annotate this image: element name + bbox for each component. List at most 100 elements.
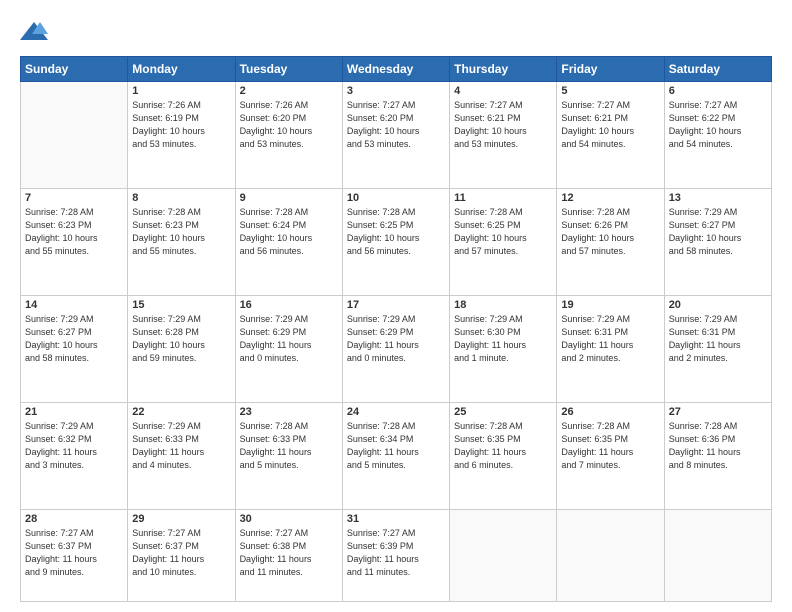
calendar-day-cell: 26Sunrise: 7:28 AMSunset: 6:35 PMDayligh… <box>557 402 664 509</box>
logo-icon <box>20 18 48 46</box>
day-info: Sunrise: 7:28 AMSunset: 6:23 PMDaylight:… <box>132 206 230 258</box>
weekday-header-friday: Friday <box>557 57 664 82</box>
calendar-week-row: 1 Sunrise: 7:26 AMSunset: 6:19 PMDaylight… <box>21 82 772 189</box>
day-number: 21 <box>25 406 123 418</box>
day-info: Sunrise: 7:28 AMSunset: 6:34 PMDaylight:… <box>347 420 445 472</box>
calendar-day-cell <box>664 509 771 601</box>
day-info: Sunrise: 7:28 AMSunset: 6:24 PMDaylight:… <box>240 206 338 258</box>
header <box>20 18 772 46</box>
day-info: Sunrise: 7:26 AMSunset: 6:19 PMDaylight:… <box>132 99 230 151</box>
day-info: Sunrise: 7:29 AMSunset: 6:27 PMDaylight:… <box>25 313 123 365</box>
calendar-day-cell: 12 Sunrise: 7:28 AMSunset: 6:26 PMDayligh… <box>557 188 664 295</box>
day-info: Sunrise: 7:28 AMSunset: 6:35 PMDaylight:… <box>454 420 552 472</box>
day-info: Sunrise: 7:29 AMSunset: 6:28 PMDaylight:… <box>132 313 230 365</box>
weekday-header-monday: Monday <box>128 57 235 82</box>
day-number: 17 <box>347 299 445 311</box>
day-info: Sunrise: 7:27 AMSunset: 6:38 PMDaylight:… <box>240 527 338 579</box>
day-info: Sunrise: 7:28 AMSunset: 6:25 PMDaylight:… <box>454 206 552 258</box>
weekday-header-sunday: Sunday <box>21 57 128 82</box>
calendar-day-cell: 5Sunrise: 7:27 AMSunset: 6:21 PMDaylight… <box>557 82 664 189</box>
day-number: 12 <box>561 192 659 204</box>
weekday-header-thursday: Thursday <box>450 57 557 82</box>
day-number: 29 <box>132 513 230 525</box>
weekday-header-saturday: Saturday <box>664 57 771 82</box>
calendar-day-cell: 3 Sunrise: 7:27 AMSunset: 6:20 PMDaylight… <box>342 82 449 189</box>
calendar-day-cell: 17 Sunrise: 7:29 AMSunset: 6:29 PMDayligh… <box>342 295 449 402</box>
calendar-day-cell: 20 Sunrise: 7:29 AMSunset: 6:31 PMDayligh… <box>664 295 771 402</box>
day-info: Sunrise: 7:27 AMSunset: 6:37 PMDaylight:… <box>132 527 230 579</box>
day-info: Sunrise: 7:27 AMSunset: 6:39 PMDaylight:… <box>347 527 445 579</box>
day-info: Sunrise: 7:29 AMSunset: 6:32 PMDaylight:… <box>25 420 123 472</box>
calendar-day-cell <box>450 509 557 601</box>
calendar-week-row: 21 Sunrise: 7:29 AMSunset: 6:32 PMDayligh… <box>21 402 772 509</box>
calendar-day-cell: 14 Sunrise: 7:29 AMSunset: 6:27 PMDayligh… <box>21 295 128 402</box>
calendar-week-row: 28 Sunrise: 7:27 AMSunset: 6:37 PMDayligh… <box>21 509 772 601</box>
page: SundayMondayTuesdayWednesdayThursdayFrid… <box>0 0 792 612</box>
day-number: 5 <box>561 85 659 97</box>
calendar-day-cell: 9 Sunrise: 7:28 AMSunset: 6:24 PMDaylight… <box>235 188 342 295</box>
weekday-header-wednesday: Wednesday <box>342 57 449 82</box>
calendar-day-cell: 1 Sunrise: 7:26 AMSunset: 6:19 PMDaylight… <box>128 82 235 189</box>
calendar-day-cell: 24Sunrise: 7:28 AMSunset: 6:34 PMDayligh… <box>342 402 449 509</box>
day-number: 18 <box>454 299 552 311</box>
day-info: Sunrise: 7:27 AMSunset: 6:37 PMDaylight:… <box>25 527 123 579</box>
calendar-day-cell: 21 Sunrise: 7:29 AMSunset: 6:32 PMDayligh… <box>21 402 128 509</box>
weekday-header-row: SundayMondayTuesdayWednesdayThursdayFrid… <box>21 57 772 82</box>
day-info: Sunrise: 7:28 AMSunset: 6:23 PMDaylight:… <box>25 206 123 258</box>
day-number: 9 <box>240 192 338 204</box>
day-number: 13 <box>669 192 767 204</box>
day-info: Sunrise: 7:29 AMSunset: 6:30 PMDaylight:… <box>454 313 552 365</box>
calendar-day-cell: 6 Sunrise: 7:27 AMSunset: 6:22 PMDaylight… <box>664 82 771 189</box>
calendar-day-cell: 16 Sunrise: 7:29 AMSunset: 6:29 PMDayligh… <box>235 295 342 402</box>
day-number: 15 <box>132 299 230 311</box>
day-number: 16 <box>240 299 338 311</box>
day-info: Sunrise: 7:29 AMSunset: 6:29 PMDaylight:… <box>240 313 338 365</box>
logo <box>20 18 52 46</box>
day-number: 28 <box>25 513 123 525</box>
calendar-day-cell: 2Sunrise: 7:26 AMSunset: 6:20 PMDaylight… <box>235 82 342 189</box>
calendar-day-cell: 19 Sunrise: 7:29 AMSunset: 6:31 PMDayligh… <box>557 295 664 402</box>
day-number: 22 <box>132 406 230 418</box>
day-number: 6 <box>669 85 767 97</box>
day-info: Sunrise: 7:28 AMSunset: 6:26 PMDaylight:… <box>561 206 659 258</box>
day-info: Sunrise: 7:27 AMSunset: 6:20 PMDaylight:… <box>347 99 445 151</box>
day-number: 23 <box>240 406 338 418</box>
calendar-day-cell: 8Sunrise: 7:28 AMSunset: 6:23 PMDaylight… <box>128 188 235 295</box>
calendar-day-cell <box>21 82 128 189</box>
day-number: 14 <box>25 299 123 311</box>
calendar-day-cell: 18 Sunrise: 7:29 AMSunset: 6:30 PMDayligh… <box>450 295 557 402</box>
day-number: 30 <box>240 513 338 525</box>
day-info: Sunrise: 7:29 AMSunset: 6:29 PMDaylight:… <box>347 313 445 365</box>
day-info: Sunrise: 7:28 AMSunset: 6:35 PMDaylight:… <box>561 420 659 472</box>
calendar-day-cell: 27Sunrise: 7:28 AMSunset: 6:36 PMDayligh… <box>664 402 771 509</box>
calendar-day-cell: 15 Sunrise: 7:29 AMSunset: 6:28 PMDayligh… <box>128 295 235 402</box>
day-info: Sunrise: 7:29 AMSunset: 6:27 PMDaylight:… <box>669 206 767 258</box>
day-number: 19 <box>561 299 659 311</box>
day-number: 10 <box>347 192 445 204</box>
calendar-day-cell: 13 Sunrise: 7:29 AMSunset: 6:27 PMDayligh… <box>664 188 771 295</box>
calendar-day-cell: 7 Sunrise: 7:28 AMSunset: 6:23 PMDaylight… <box>21 188 128 295</box>
day-number: 11 <box>454 192 552 204</box>
calendar-day-cell <box>557 509 664 601</box>
calendar-day-cell: 29 Sunrise: 7:27 AMSunset: 6:37 PMDayligh… <box>128 509 235 601</box>
calendar-day-cell: 28 Sunrise: 7:27 AMSunset: 6:37 PMDayligh… <box>21 509 128 601</box>
calendar-day-cell: 31Sunrise: 7:27 AMSunset: 6:39 PMDayligh… <box>342 509 449 601</box>
day-info: Sunrise: 7:29 AMSunset: 6:31 PMDaylight:… <box>669 313 767 365</box>
calendar-table: SundayMondayTuesdayWednesdayThursdayFrid… <box>20 56 772 602</box>
day-number: 7 <box>25 192 123 204</box>
day-info: Sunrise: 7:27 AMSunset: 6:22 PMDaylight:… <box>669 99 767 151</box>
calendar-day-cell: 23 Sunrise: 7:28 AMSunset: 6:33 PMDayligh… <box>235 402 342 509</box>
day-number: 3 <box>347 85 445 97</box>
day-info: Sunrise: 7:27 AMSunset: 6:21 PMDaylight:… <box>454 99 552 151</box>
calendar-day-cell: 22 Sunrise: 7:29 AMSunset: 6:33 PMDayligh… <box>128 402 235 509</box>
day-info: Sunrise: 7:29 AMSunset: 6:31 PMDaylight:… <box>561 313 659 365</box>
day-info: Sunrise: 7:28 AMSunset: 6:36 PMDaylight:… <box>669 420 767 472</box>
day-number: 25 <box>454 406 552 418</box>
calendar-week-row: 7 Sunrise: 7:28 AMSunset: 6:23 PMDaylight… <box>21 188 772 295</box>
day-info: Sunrise: 7:29 AMSunset: 6:33 PMDaylight:… <box>132 420 230 472</box>
day-info: Sunrise: 7:28 AMSunset: 6:33 PMDaylight:… <box>240 420 338 472</box>
calendar-day-cell: 25 Sunrise: 7:28 AMSunset: 6:35 PMDayligh… <box>450 402 557 509</box>
calendar-week-row: 14 Sunrise: 7:29 AMSunset: 6:27 PMDayligh… <box>21 295 772 402</box>
day-number: 20 <box>669 299 767 311</box>
day-number: 1 <box>132 85 230 97</box>
